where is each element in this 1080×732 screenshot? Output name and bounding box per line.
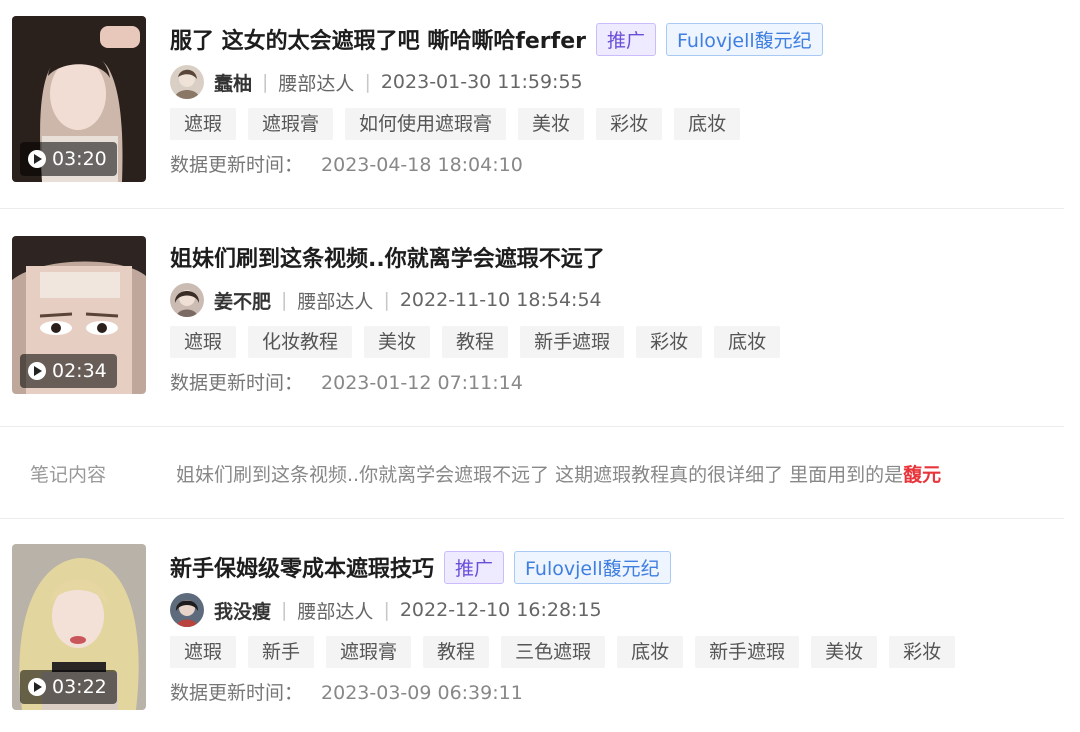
- tag[interactable]: 彩妆: [596, 108, 663, 140]
- tag[interactable]: 美妆: [811, 636, 878, 668]
- duration-text: 02:34: [52, 360, 107, 382]
- author-name[interactable]: 蠢柚: [214, 69, 252, 96]
- brand-badge[interactable]: Fulovjell馥元纪: [514, 550, 671, 584]
- tag[interactable]: 教程: [423, 636, 490, 668]
- video-thumbnail[interactable]: 02:34: [12, 236, 146, 394]
- tag[interactable]: 彩妆: [889, 636, 956, 668]
- update-label: 数据更新时间：: [170, 372, 304, 394]
- tag[interactable]: 新手遮瑕: [695, 636, 800, 668]
- video-thumbnail[interactable]: 03:22: [12, 544, 146, 710]
- note-highlight: 馥元: [903, 464, 942, 486]
- duration-badge: 03:20: [20, 142, 117, 176]
- play-icon: [28, 150, 46, 168]
- update-label: 数据更新时间：: [170, 682, 304, 704]
- tag[interactable]: 遮瑕: [170, 636, 237, 668]
- video-card[interactable]: 02:34 姐妹们刷到这条视频..你就离学会遮瑕不远了 姜不肥 | 腰部达人 |…: [0, 232, 1064, 408]
- video-list: 03:20 服了 这女的太会遮瑕了吧 嘶哈嘶哈ferfer 推广 Fulovje…: [0, 0, 1080, 732]
- avatar[interactable]: [170, 65, 204, 99]
- tag[interactable]: 美妆: [518, 108, 585, 140]
- author-name[interactable]: 姜不肥: [214, 287, 271, 314]
- update-label: 数据更新时间：: [170, 154, 304, 176]
- avatar[interactable]: [170, 593, 204, 627]
- publish-time: 2022-11-10 18:54:54: [399, 289, 602, 311]
- update-time-row: 数据更新时间： 2023-04-18 18:04:10: [170, 150, 523, 177]
- tag-list: 遮瑕 遮瑕膏 如何使用遮瑕膏 美妆 彩妆 底妆: [170, 108, 741, 140]
- update-time-row: 数据更新时间： 2023-03-09 06:39:11: [170, 678, 523, 705]
- note-content-row: 笔记内容 姐妹们刷到这条视频..你就离学会遮瑕不远了 这期遮瑕教程真的很详细了 …: [0, 440, 1064, 504]
- separator: |: [281, 599, 288, 621]
- video-card[interactable]: 03:20 服了 这女的太会遮瑕了吧 嘶哈嘶哈ferfer 推广 Fulovje…: [0, 14, 1064, 190]
- video-title[interactable]: 服了 这女的太会遮瑕了吧 嘶哈嘶哈ferfer: [170, 23, 586, 55]
- video-title[interactable]: 姐妹们刷到这条视频..你就离学会遮瑕不远了: [170, 241, 605, 273]
- duration-text: 03:20: [52, 148, 107, 170]
- separator: |: [383, 599, 390, 621]
- tag[interactable]: 如何使用遮瑕膏: [345, 108, 507, 140]
- publish-time: 2022-12-10 16:28:15: [399, 599, 602, 621]
- tag[interactable]: 教程: [442, 326, 509, 358]
- tag[interactable]: 遮瑕膏: [326, 636, 412, 668]
- tag[interactable]: 新手: [248, 636, 315, 668]
- tag-list: 遮瑕 新手 遮瑕膏 教程 三色遮瑕 底妆 新手遮瑕 美妆 彩妆: [170, 636, 956, 668]
- promo-badge: 推广: [444, 550, 505, 584]
- video-card[interactable]: 03:22 新手保姆级零成本遮瑕技巧 推广 Fulovjell馥元纪 我没瘦 |…: [0, 542, 1064, 718]
- video-title[interactable]: 新手保姆级零成本遮瑕技巧: [170, 551, 434, 583]
- divider: [0, 426, 1064, 427]
- tag[interactable]: 遮瑕: [170, 326, 237, 358]
- play-icon: [28, 678, 46, 696]
- tag[interactable]: 底妆: [617, 636, 684, 668]
- promo-badge: 推广: [596, 22, 657, 56]
- separator: |: [262, 71, 269, 93]
- play-icon: [28, 362, 46, 380]
- update-time: 2023-03-09 06:39:11: [321, 682, 523, 704]
- update-time: 2023-01-12 07:11:14: [321, 372, 523, 394]
- tag[interactable]: 化妆教程: [248, 326, 353, 358]
- separator: |: [281, 289, 288, 311]
- note-text[interactable]: 姐妹们刷到这条视频..你就离学会遮瑕不远了 这期遮瑕教程真的很详细了 里面用到的…: [176, 460, 1064, 487]
- separator: |: [383, 289, 390, 311]
- separator: |: [364, 71, 371, 93]
- update-time-row: 数据更新时间： 2023-01-12 07:11:14: [170, 368, 523, 395]
- tag[interactable]: 遮瑕膏: [248, 108, 334, 140]
- update-time: 2023-04-18 18:04:10: [321, 154, 523, 176]
- duration-badge: 03:22: [20, 670, 117, 704]
- publish-time: 2023-01-30 11:59:55: [380, 71, 583, 93]
- duration-badge: 02:34: [20, 354, 117, 388]
- author-category: 腰部达人: [297, 290, 374, 313]
- tag[interactable]: 遮瑕: [170, 108, 237, 140]
- tag[interactable]: 美妆: [364, 326, 431, 358]
- duration-text: 03:22: [52, 676, 107, 698]
- divider: [0, 518, 1064, 519]
- tag[interactable]: 新手遮瑕: [520, 326, 625, 358]
- tag[interactable]: 彩妆: [636, 326, 703, 358]
- author-name[interactable]: 我没瘦: [214, 597, 271, 624]
- video-thumbnail[interactable]: 03:20: [12, 16, 146, 182]
- note-label: 笔记内容: [30, 464, 107, 486]
- author-category: 腰部达人: [278, 72, 355, 95]
- tag[interactable]: 底妆: [674, 108, 741, 140]
- note-body: 姐妹们刷到这条视频..你就离学会遮瑕不远了 这期遮瑕教程真的很详细了 里面用到的…: [176, 464, 904, 486]
- tag[interactable]: 三色遮瑕: [501, 636, 606, 668]
- author-category: 腰部达人: [297, 600, 374, 623]
- tag[interactable]: 底妆: [714, 326, 781, 358]
- avatar[interactable]: [170, 283, 204, 317]
- brand-badge[interactable]: Fulovjell馥元纪: [666, 22, 823, 56]
- tag-list: 遮瑕 化妆教程 美妆 教程 新手遮瑕 彩妆 底妆: [170, 326, 781, 358]
- divider: [0, 208, 1064, 209]
